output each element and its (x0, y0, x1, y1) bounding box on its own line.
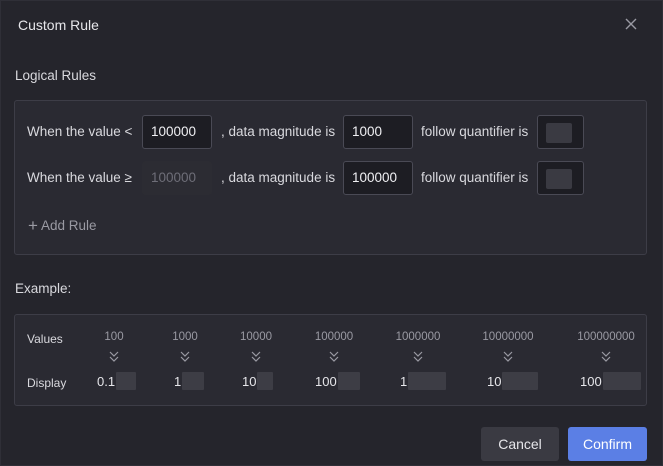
threshold-input[interactable]: 100000 (142, 115, 212, 149)
example-display-text: 10 (487, 373, 502, 389)
example-value: 100000000 (577, 331, 635, 343)
example-display-text: 10 (242, 373, 257, 389)
example-value: 10000000 (482, 331, 534, 343)
redacted-value (257, 372, 274, 390)
example-display: 100 (580, 371, 641, 391)
example-display-text: 100 (315, 373, 337, 389)
example-display: 1 (400, 371, 447, 391)
example-display-text: 1 (174, 373, 182, 389)
quantifier-label: follow quantifier is (421, 170, 529, 185)
threshold-input-disabled: 100000 (142, 161, 212, 195)
example-panel: Values Display 100 1000 10000 100000 100… (14, 314, 647, 406)
rule-row: When the value ≥ 100000 , data magnitude… (27, 161, 627, 195)
rule-condition-label: When the value ≥ (27, 170, 132, 185)
example-value: 100000 (314, 331, 354, 343)
rule-row: When the value < 100000 , data magnitude… (27, 115, 627, 149)
double-chevron-down-icon (180, 351, 190, 362)
example-value: 10000 (240, 331, 272, 343)
custom-rule-dialog: Custom Rule Logical Rules When the value… (0, 0, 663, 466)
example-display: 1 (174, 371, 205, 391)
double-chevron-down-icon (601, 351, 611, 362)
double-chevron-down-icon (251, 351, 261, 362)
example-label: Example: (15, 281, 72, 296)
double-chevron-down-icon (109, 351, 119, 362)
magnitude-label: , data magnitude is (221, 124, 336, 139)
redacted-value (182, 372, 205, 390)
example-display: 100 (315, 371, 360, 391)
quantifier-input[interactable] (537, 161, 584, 195)
redacted-value (337, 372, 360, 390)
example-display: 10 (242, 371, 274, 391)
example-display-text: 100 (580, 373, 602, 389)
confirm-button[interactable]: Confirm (568, 427, 647, 461)
redacted-value (546, 169, 572, 189)
add-rule-label: Add Rule (40, 218, 97, 233)
rule-condition-label: When the value < (27, 124, 133, 139)
double-chevron-down-icon (413, 351, 423, 362)
example-display-text: 1 (400, 373, 408, 389)
magnitude-input[interactable]: 100000 (343, 161, 413, 195)
redacted-value (502, 372, 539, 390)
cancel-button[interactable]: Cancel (481, 427, 559, 461)
magnitude-input[interactable]: 1000 (343, 115, 413, 149)
quantifier-label: follow quantifier is (421, 124, 529, 139)
rules-panel: When the value < 100000 , data magnitude… (14, 100, 647, 255)
example-display: 0.1 (97, 371, 137, 391)
redacted-value (546, 123, 572, 143)
quantifier-input[interactable] (537, 115, 584, 149)
close-icon[interactable] (623, 16, 639, 32)
example-display-text: 0.1 (97, 373, 116, 389)
double-chevron-down-icon (503, 351, 513, 362)
redacted-value (116, 372, 137, 390)
example-value: 100 (104, 331, 124, 343)
example-display: 10 (487, 371, 539, 391)
example-value: 1000000 (395, 331, 441, 343)
add-rule-button[interactable]: + Add Rule (28, 216, 96, 236)
display-row-label: Display (27, 376, 67, 390)
example-value: 1000 (172, 331, 198, 343)
values-row-label: Values (27, 332, 63, 346)
double-chevron-down-icon (329, 351, 339, 362)
plus-icon: + (28, 216, 38, 235)
redacted-value (602, 372, 641, 390)
redacted-value (408, 372, 447, 390)
dialog-title: Custom Rule (18, 17, 99, 33)
logical-rules-label: Logical Rules (15, 68, 97, 83)
magnitude-label: , data magnitude is (221, 170, 336, 185)
